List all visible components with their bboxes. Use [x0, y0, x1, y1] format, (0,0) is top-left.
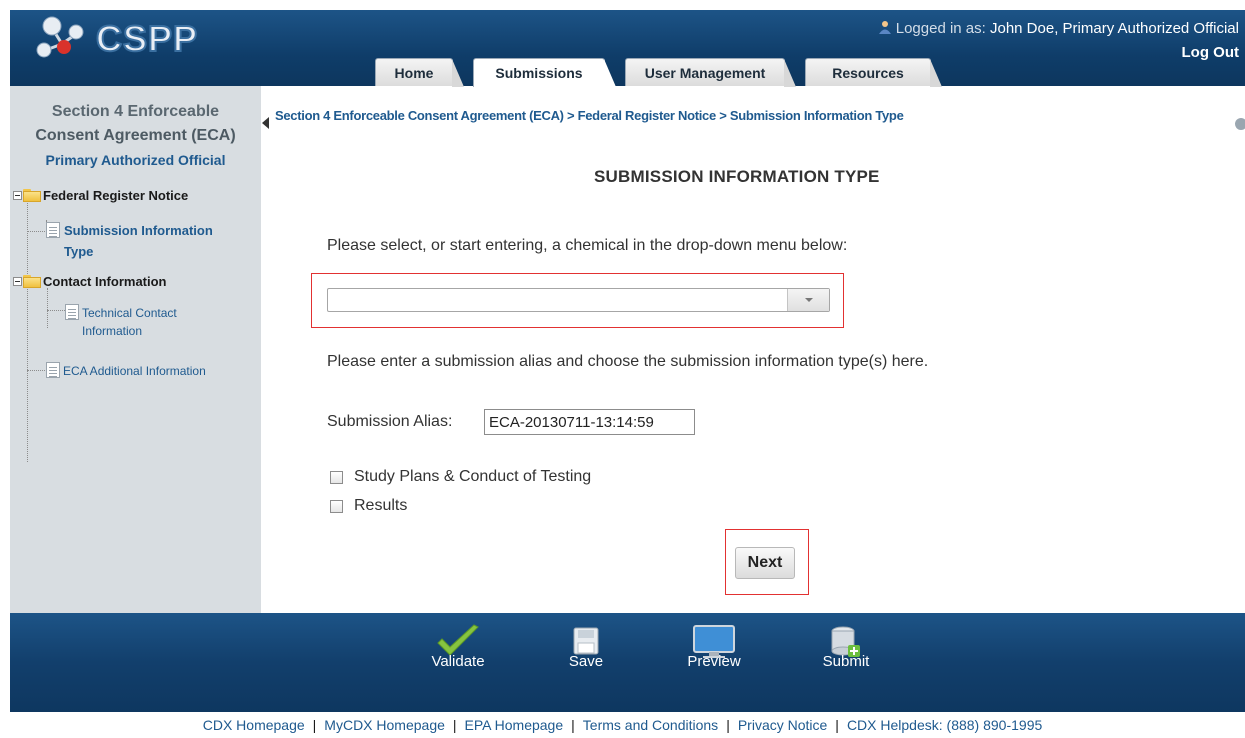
login-user-name: John Doe, Primary Authorized Official: [989, 20, 1239, 37]
next-button[interactable]: Next: [735, 547, 795, 579]
epa-homepage-link[interactable]: EPA Homepage: [465, 717, 564, 733]
logout-link[interactable]: Log Out: [1182, 44, 1239, 61]
validate-button[interactable]: Validate: [418, 613, 498, 712]
tree-node-submission-information-type[interactable]: Submission Information Type: [46, 220, 213, 262]
preview-label: Preview: [687, 653, 741, 670]
mycdx-homepage-link[interactable]: MyCDX Homepage: [324, 717, 445, 733]
tree-node-eca-additional-information[interactable]: ECA Additional Information: [46, 362, 206, 380]
cspp-logo[interactable]: CSPP: [32, 14, 222, 60]
help-icon[interactable]: [1235, 118, 1245, 130]
document-icon: [65, 304, 79, 320]
tree-label-contact-information: Contact Information: [43, 274, 167, 289]
action-toolbar: Validate Save Preview Submit: [10, 613, 1245, 712]
collapse-icon[interactable]: [13, 277, 22, 286]
study-plans-checkbox[interactable]: [330, 470, 343, 484]
results-label[interactable]: Results: [354, 497, 407, 515]
sidebar-title: Section 4 Enforceable Consent Agreement …: [10, 100, 261, 148]
cdx-helpdesk-link[interactable]: CDX Helpdesk: (888) 890-1995: [847, 717, 1042, 733]
footer-links: CDX Homepage | MyCDX Homepage | EPA Homepage…: [202, 717, 1043, 733]
breadcrumb[interactable]: Section 4 Enforceable Consent Agreement …: [275, 108, 904, 123]
page-title: SUBMISSION INFORMATION TYPE: [594, 167, 880, 186]
preview-button[interactable]: Preview: [674, 613, 754, 712]
document-icon: [46, 362, 60, 378]
tree-node-federal-register-notice[interactable]: Federal Register Notice: [13, 188, 188, 204]
sidebar: Section 4 Enforceable Consent Agreement …: [10, 86, 261, 613]
tree-link-submission-information-type: Submission Information Type: [60, 220, 213, 262]
document-icon: [46, 222, 60, 238]
checkbox-study-plans-row: Study Plans & Conduct of Testing: [330, 468, 591, 486]
app-header: CSPP Logged in as: John Doe, Primary Aut…: [10, 10, 1245, 87]
tab-resources[interactable]: Resources: [805, 58, 942, 87]
chevron-down-icon[interactable]: [787, 289, 829, 311]
sidebar-role: Primary Authorized Official: [45, 152, 226, 168]
chemical-dropdown[interactable]: [327, 288, 830, 312]
chemical-prompt: Please select, or start entering, a chem…: [327, 237, 848, 254]
validate-label: Validate: [431, 653, 485, 670]
sidebar-title-line2: Consent Agreement (ECA): [35, 127, 236, 144]
sidebar-collapse-arrow-icon[interactable]: [262, 117, 269, 129]
tree-link-technical-contact-information: Technical Contact Information: [79, 304, 177, 340]
tree-link-line1[interactable]: Submission Information: [64, 220, 213, 241]
alias-prompt: Please enter a submission alias and choo…: [327, 353, 929, 370]
sidebar-title-line1: Section 4 Enforceable: [51, 103, 220, 120]
tree-node-contact-information[interactable]: Contact Information: [13, 274, 167, 290]
results-checkbox[interactable]: [330, 499, 343, 513]
terms-and-conditions-link[interactable]: Terms and Conditions: [583, 717, 718, 733]
logo-text: CSPP: [95, 17, 199, 60]
privacy-notice-link[interactable]: Privacy Notice: [738, 717, 827, 733]
tree-link-line1[interactable]: Technical Contact: [82, 304, 177, 322]
user-icon: [878, 21, 891, 34]
cdx-homepage-link[interactable]: CDX Homepage: [203, 717, 305, 733]
checkbox-results-row: Results: [330, 497, 407, 515]
tree-link-line2[interactable]: Information: [82, 322, 177, 340]
tab-home[interactable]: Home: [375, 58, 464, 87]
tab-submissions[interactable]: Submissions: [473, 58, 616, 87]
tree-link-line2[interactable]: Type: [64, 241, 213, 262]
submission-alias-input[interactable]: [484, 409, 695, 435]
folder-icon: [23, 189, 41, 202]
study-plans-label[interactable]: Study Plans & Conduct of Testing: [354, 468, 591, 486]
tab-user-management[interactable]: User Management: [625, 58, 796, 87]
tree-link-eca-additional-information[interactable]: ECA Additional Information: [63, 362, 206, 380]
tree-label-federal-register-notice: Federal Register Notice: [43, 188, 189, 203]
molecule-icon: [36, 16, 84, 58]
collapse-icon[interactable]: [13, 191, 22, 200]
save-button[interactable]: Save: [546, 613, 626, 712]
tree-node-technical-contact-information[interactable]: Technical Contact Information: [65, 304, 177, 340]
floppy-disk-icon: [573, 627, 599, 655]
submit-label: Submit: [822, 653, 870, 670]
login-status: Logged in as: John Doe, Primary Authoriz…: [878, 20, 1239, 37]
submission-alias-label: Submission Alias:: [327, 413, 453, 430]
submit-button[interactable]: Submit: [806, 613, 886, 712]
folder-icon: [23, 275, 41, 288]
save-label: Save: [568, 653, 604, 670]
login-prefix: Logged in as:: [895, 20, 986, 37]
